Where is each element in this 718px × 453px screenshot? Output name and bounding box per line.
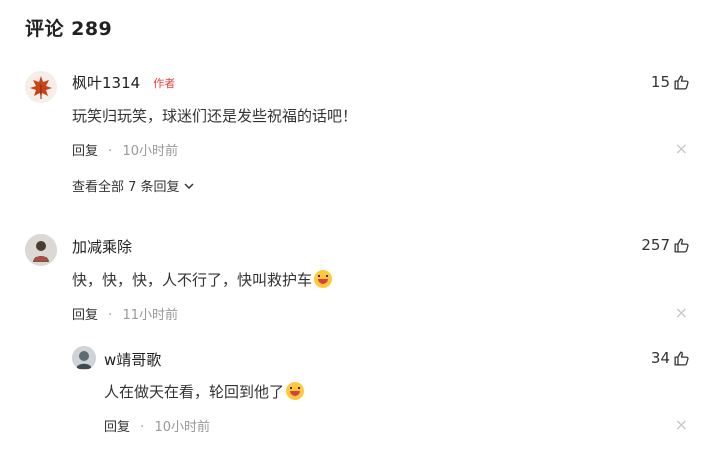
person-avatar-icon [25,234,57,266]
maple-leaf-avatar-icon [25,71,57,103]
like-button[interactable]: 257 [641,236,690,254]
like-count: 34 [650,349,670,367]
comments-header: 评论 289 [25,18,113,40]
comment-header: 枫叶1314 作者 [72,72,175,93]
close-icon[interactable]: × [675,303,688,322]
comment-meta: 回复 · 11小时前 [72,304,178,323]
avatar[interactable] [72,346,96,370]
laughing-emoji-icon [286,382,305,400]
like-count: 257 [641,236,670,254]
username[interactable]: 加减乘除 [72,236,132,257]
reply-meta: 回复 · 10小时前 [104,416,210,435]
thumbs-up-icon [674,350,689,366]
like-count: 15 [650,73,670,91]
dot-separator: · [140,420,145,435]
comment-text: 快，快，快，人不行了，快叫救护车 [72,269,333,290]
dot-separator: · [108,308,113,323]
avatar[interactable] [25,71,57,103]
person-avatar-icon [72,346,96,370]
avatar[interactable] [25,234,57,266]
close-icon[interactable]: × [675,139,688,158]
username[interactable]: w靖哥歌 [104,349,161,370]
comment-meta: 回复 · 10小时前 [72,140,178,159]
comment-text-content: 快，快，快，人不行了，快叫救护车 [72,271,313,289]
username[interactable]: 枫叶1314 [72,74,140,92]
thumbs-up-icon [674,74,689,90]
reply-button[interactable]: 回复 [104,420,130,435]
author-tag: 作者 [153,77,176,90]
timestamp: 10小时前 [122,144,178,159]
reply-button[interactable]: 回复 [72,308,98,323]
reply-button[interactable]: 回复 [72,144,98,159]
like-button[interactable]: 34 [651,349,690,367]
timestamp: 10小时前 [154,420,210,435]
close-icon[interactable]: × [675,415,688,434]
expand-replies-label: 查看全部 7 条回复 [72,180,180,195]
like-button[interactable]: 15 [651,73,690,91]
comment-text: 玩笑归玩笑，球迷们还是发些祝福的话吧！ [72,107,358,125]
chevron-down-icon [184,182,194,189]
laughing-emoji-icon [314,270,333,288]
expand-replies-link[interactable]: 查看全部 7 条回复 [72,176,195,195]
timestamp: 11小时前 [122,308,178,323]
reply-text: 人在做天在看，轮回到他了 [104,381,305,402]
reply-text-content: 人在做天在看，轮回到他了 [104,383,285,401]
thumbs-up-icon [674,237,689,253]
dot-separator: · [108,144,113,159]
